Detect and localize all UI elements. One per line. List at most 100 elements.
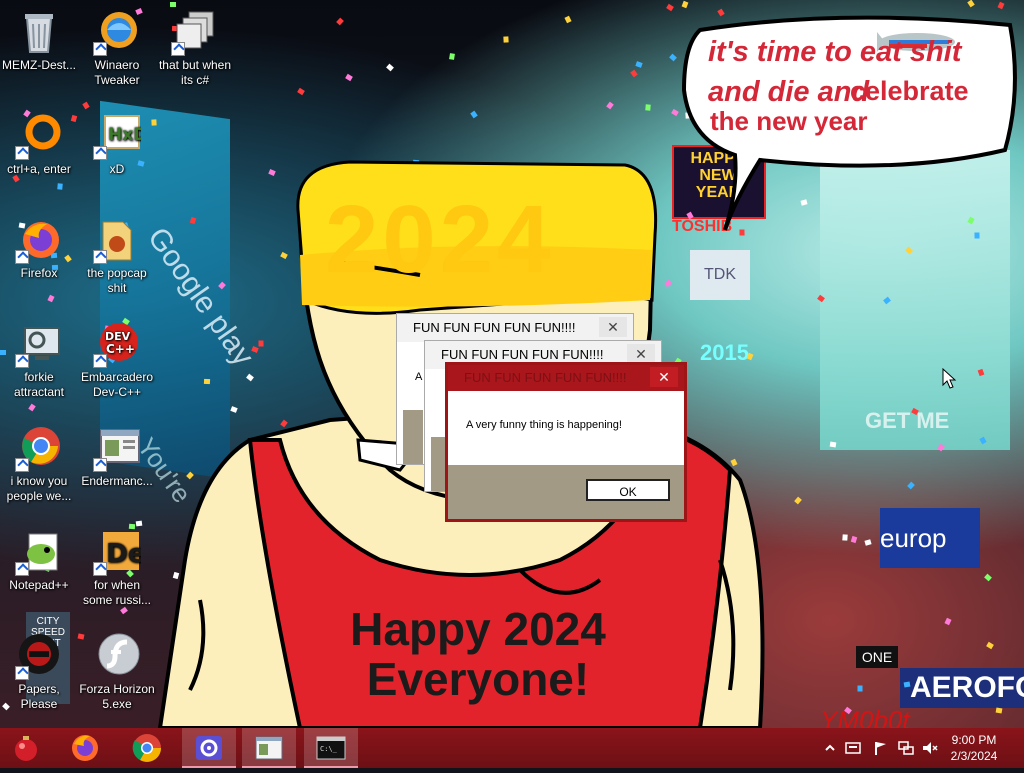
desktop-icon-label: forkie attractant	[13, 370, 65, 399]
close-icon[interactable]: ✕	[599, 317, 627, 337]
bubble-text-line1: it's time to eat shit	[708, 36, 962, 68]
bubble-text-line3: the new year	[710, 106, 868, 136]
taskbar-terminal[interactable]: C:\_	[304, 728, 358, 768]
shortcut-arrow-icon	[15, 250, 29, 264]
bubble-text-line2: and die and	[708, 76, 870, 108]
dialog-title: FUN FUN FUN FUN FUN!!!!	[413, 320, 576, 335]
clock-date: 2/3/2024	[950, 749, 998, 763]
start-button[interactable]	[0, 728, 54, 768]
fun-dialog-front[interactable]: FUN FUN FUN FUN FUN!!!! ✕ A very funny t…	[445, 362, 687, 522]
ornament-start-icon	[15, 736, 37, 761]
keyboard-icon[interactable]	[845, 740, 861, 756]
svg-text:HxD: HxD	[108, 125, 141, 145]
desktop-icon-label: the popcap shit	[87, 266, 147, 295]
desktop-icon-label: Embarcadero Dev-C++	[80, 370, 154, 399]
greeting-line-2: Everyone!	[366, 653, 590, 705]
flash-icon	[93, 632, 141, 680]
shortcut-arrow-icon	[93, 354, 107, 368]
desktop-icon-csharp[interactable]: that but when its c#	[156, 8, 234, 88]
dialog-titlebar[interactable]: FUN FUN FUN FUN FUN!!!! ✕	[397, 314, 633, 342]
firefox-icon	[72, 735, 98, 761]
taskbar-app-window[interactable]	[242, 728, 296, 768]
desktop-icon-russian[interactable]: De for when some russi...	[78, 528, 156, 608]
dialog-title: FUN FUN FUN FUN FUN!!!!	[464, 370, 627, 385]
taskbar: C:\_ 9:00 PM 2/3/2024	[0, 728, 1024, 768]
taskbar-settings[interactable]	[182, 728, 236, 768]
shortcut-arrow-icon	[93, 250, 107, 264]
shortcut-arrow-icon	[93, 42, 107, 56]
shortcut-arrow-icon	[15, 562, 29, 576]
desktop-icon-label: for when some russi...	[82, 578, 151, 607]
desktop-icon-forkie[interactable]: forkie attractant	[0, 320, 78, 400]
desktop-icon-memz[interactable]: MEMZ-Dest...	[0, 8, 78, 73]
recycle-bin-icon	[15, 8, 63, 56]
firefox-icon	[15, 216, 63, 264]
shortcut-arrow-icon	[93, 146, 107, 160]
shortcut-arrow-icon	[93, 458, 107, 472]
dialog-titlebar[interactable]: FUN FUN FUN FUN FUN!!!! ✕	[448, 365, 684, 391]
shortcut-arrow-icon	[93, 562, 107, 576]
desktop-icon-label: MEMZ-Dest...	[2, 58, 76, 72]
de-icon: De	[93, 528, 145, 576]
shortcut-arrow-icon	[15, 666, 29, 680]
desktop-icon-label: Forza Horizon 5.exe	[79, 682, 155, 711]
desktop-icon-enderman[interactable]: Endermanc...	[78, 424, 156, 489]
papers-please-icon	[15, 632, 63, 680]
close-icon[interactable]: ✕	[627, 344, 655, 364]
clock-time: 9:00 PM	[951, 733, 997, 747]
desktop-icon-ctrl-a[interactable]: ctrl+a, enter	[0, 112, 78, 177]
volume-muted-icon[interactable]	[922, 740, 938, 756]
desktop-icon-papers-please[interactable]: Papers, Please	[0, 632, 78, 712]
desktop-icon-xd[interactable]: HxD xD	[78, 112, 156, 177]
svg-text:C++: C++	[106, 342, 135, 356]
desktop-icon-devcpp[interactable]: DEV C++ Embarcadero Dev-C++	[78, 320, 156, 400]
taskbar-firefox[interactable]	[58, 728, 112, 768]
desktop-icon-winaero[interactable]: Winaero Tweaker	[78, 8, 156, 88]
chrome-icon	[132, 734, 161, 762]
window-app-icon	[93, 424, 141, 472]
chevron-up-icon[interactable]	[822, 740, 838, 756]
desktop-icon-chrome[interactable]: i know you people we...	[0, 424, 78, 504]
desktop-icon-label: Winaero Tweaker	[94, 58, 140, 87]
desktop-icon-firefox[interactable]: Firefox	[0, 216, 78, 281]
desktop-icon-popcap[interactable]: the popcap shit	[78, 216, 156, 296]
desktop-icon-label: Firefox	[20, 266, 58, 280]
bubble-text-celebrate: celebrate	[850, 76, 969, 106]
mouse-cursor-icon	[942, 368, 957, 389]
network-icon[interactable]	[898, 740, 914, 756]
notepadpp-icon	[15, 528, 63, 576]
desktop-icon-label: i know you people we...	[6, 474, 72, 503]
desktop-icon-label: Papers, Please	[18, 682, 60, 711]
desktop-icon-forza[interactable]: Forza Horizon 5.exe	[78, 632, 156, 712]
dialog-title: FUN FUN FUN FUN FUN!!!!	[441, 347, 604, 362]
taskbar-chrome[interactable]	[120, 728, 174, 768]
year-2024-text: 2024	[325, 186, 555, 293]
popcap-icon	[93, 216, 141, 264]
desktop-icon-label: Endermanc...	[81, 474, 153, 488]
terminal-icon: C:\_	[316, 736, 346, 760]
taskbar-clock[interactable]: 9:00 PM 2/3/2024	[944, 732, 1004, 764]
dialog-footer: OK	[448, 465, 684, 519]
desktop-icon-label: that but when its c#	[158, 58, 232, 87]
dialog-footer	[403, 410, 423, 464]
chrome-icon	[15, 424, 63, 472]
close-icon[interactable]: ✕	[650, 367, 678, 387]
desktop-icon-label: Notepad++	[9, 578, 69, 592]
settings-monitor-icon	[15, 320, 63, 368]
svg-text:C:\_: C:\_	[320, 745, 338, 753]
desktop-icon-label: xD	[109, 162, 125, 176]
shortcut-arrow-icon	[171, 42, 185, 56]
orange-ring-icon	[15, 112, 63, 160]
desktop-icon-notepadpp[interactable]: Notepad++	[0, 528, 78, 593]
svg-text:De: De	[106, 539, 141, 569]
dialog-message: A very funny thing is happening!	[466, 419, 622, 431]
shortcut-arrow-icon	[15, 146, 29, 160]
settings-gear-icon	[196, 736, 222, 760]
ok-button[interactable]: OK	[586, 479, 670, 501]
hxd-icon: HxD	[93, 112, 147, 160]
flag-icon[interactable]	[873, 740, 889, 756]
dialog-message-snippet: A	[415, 371, 423, 383]
desktop-icon-label: ctrl+a, enter	[7, 162, 71, 176]
greeting-line-1: Happy 2024	[350, 603, 606, 655]
happy-new-year-text: Happy 2024 Everyone!	[318, 604, 638, 704]
